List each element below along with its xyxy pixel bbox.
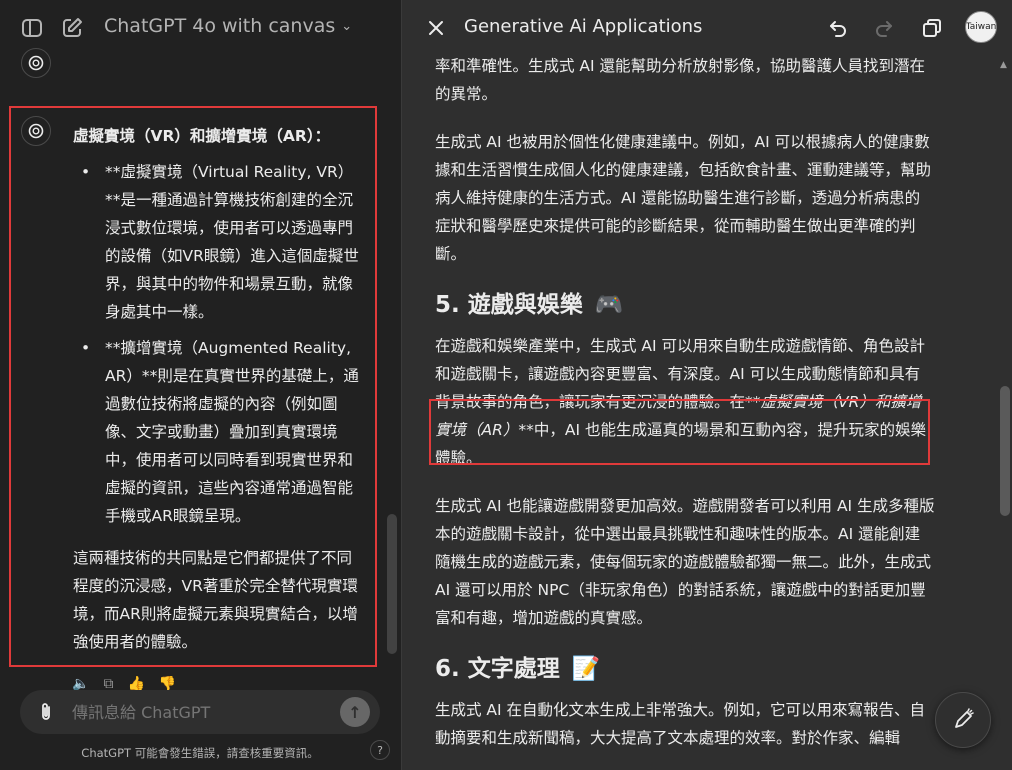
document-paragraph: 在遊戲和娛樂產業中，生成式 AI 可以用來自動生成遊戲情節、角色設計和遊戲關卡，…	[435, 332, 935, 472]
list-item: **虛擬實境（Virtual Reality, VR）**是一種通過計算機技術創…	[73, 158, 365, 326]
copy-icon[interactable]	[920, 16, 944, 40]
section-title: 6. 文字處理	[435, 656, 560, 682]
chat-scrollbar[interactable]	[387, 514, 397, 654]
assistant-message-highlight: 虛擬實境（VR）和擴增實境（AR）： **虛擬實境（Virtual Realit…	[9, 106, 377, 667]
chat-header: ChatGPT 4o with canvas ⌄	[0, 0, 400, 56]
canvas-scrollbar[interactable]	[1000, 386, 1010, 516]
document-paragraph: 生成式 AI 在自動化文本生成上非常強大。例如，它可以用來寫報告、自動摘要和生成…	[435, 701, 926, 747]
document-title: Generative Ai Applications	[464, 16, 703, 37]
scroll-up-arrow-icon[interactable]: ▲	[1000, 60, 1007, 70]
close-icon[interactable]	[424, 16, 448, 40]
chat-pane: ChatGPT 4o with canvas ⌄ 虛擬實境（VR）和擴增實境（A…	[0, 0, 400, 770]
model-selector[interactable]: ChatGPT 4o with canvas ⌄	[104, 15, 352, 37]
game-controller-icon: 🎮	[594, 292, 624, 318]
section-heading: 5. 遊戲與娛樂 🎮	[435, 288, 935, 322]
assistant-message: 虛擬實境（VR）和擴增實境（AR）： **虛擬實境（Virtual Realit…	[73, 122, 365, 656]
redo-icon[interactable]	[872, 16, 896, 40]
new-chat-icon[interactable]	[60, 16, 84, 40]
message-bullet-list: **虛擬實境（Virtual Reality, VR）**是一種通過計算機技術創…	[73, 158, 365, 530]
send-button[interactable]: ↑	[340, 697, 370, 727]
model-title-label: ChatGPT 4o with canvas	[104, 15, 336, 37]
arrow-up-icon: ↑	[348, 702, 362, 722]
chevron-down-icon: ⌄	[341, 18, 353, 34]
canvas-document[interactable]: 率和準確性。生成式 AI 還能幫助分析放射影像，協助醫護人員找到潛在的異常。 生…	[435, 52, 935, 770]
document-paragraph: 率和準確性。生成式 AI 還能幫助分析放射影像，協助醫護人員找到潛在的異常。	[435, 57, 926, 103]
edit-suggestions-button[interactable]	[935, 692, 991, 748]
canvas-header: Generative Ai Applications Taiwan	[402, 0, 1012, 56]
section-title: 5. 遊戲與娛樂	[435, 292, 583, 318]
document-paragraph: 生成式 AI 也能讓遊戲開發更加高效。遊戲開發者可以利用 AI 生成多種版本的遊…	[435, 497, 935, 627]
chatgpt-logo-icon	[21, 116, 51, 146]
document-paragraph: 生成式 AI 也被用於個性化健康建議中。例如，AI 可以根據病人的健康數據和生活…	[435, 133, 932, 263]
disclaimer-text: ChatGPT 可能會發生錯誤，請查核重要資訊。	[81, 746, 319, 760]
list-item: **擴增實境（Augmented Reality, AR）**則是在真實世界的基…	[73, 334, 365, 530]
section-heading: 6. 文字處理 📝	[435, 652, 935, 686]
message-input[interactable]	[72, 690, 332, 734]
undo-icon[interactable]	[826, 16, 850, 40]
message-composer: ↑	[20, 690, 380, 734]
user-avatar[interactable]: Taiwan	[965, 11, 997, 43]
canvas-pane: 率和準確性。生成式 AI 還能幫助分析放射影像，協助醫護人員找到潛在的異常。 生…	[401, 0, 1012, 770]
chatgpt-logo-icon	[21, 48, 51, 78]
memo-icon: 📝	[571, 656, 601, 682]
paperclip-icon[interactable]	[36, 701, 56, 723]
sidebar-toggle-icon[interactable]	[20, 16, 44, 40]
message-heading: 虛擬實境（VR）和擴增實境（AR）：	[73, 127, 331, 145]
user-avatar-text: Taiwan	[965, 22, 997, 32]
help-button[interactable]: ?	[370, 740, 390, 760]
message-paragraph: 這兩種技術的共同點是它們都提供了不同程度的沉浸感，VR著重於完全替代現實環境，而…	[73, 549, 358, 651]
